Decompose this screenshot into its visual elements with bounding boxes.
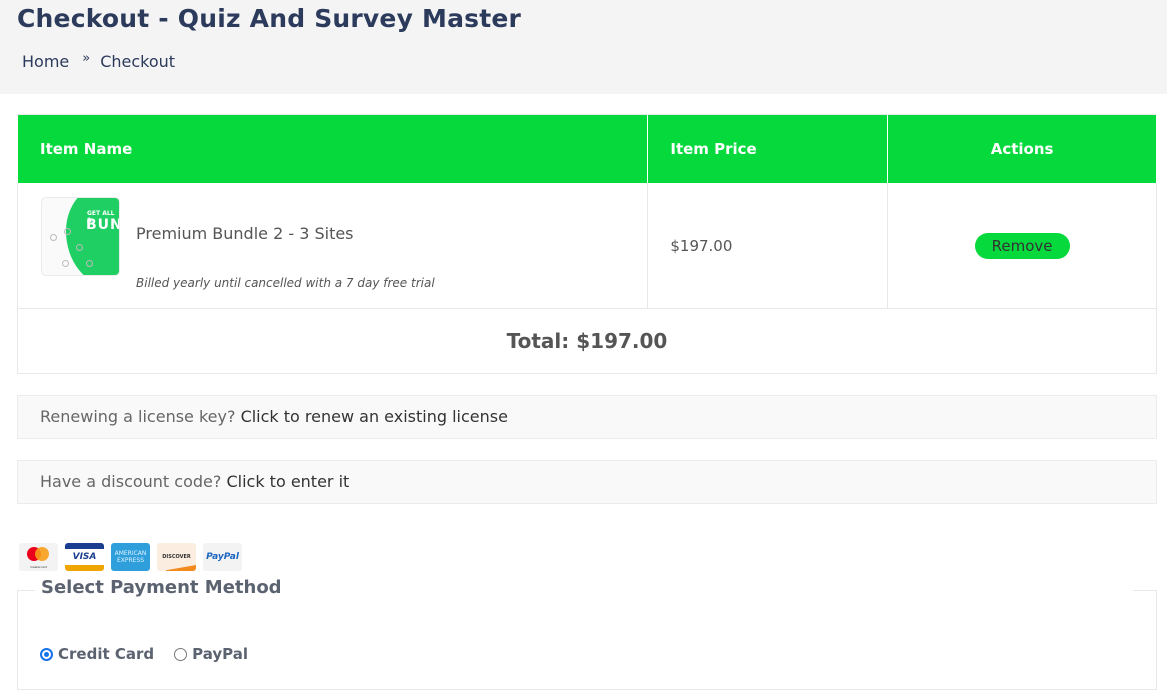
thumbnail-feature-icon bbox=[64, 228, 71, 235]
page-header: Checkout - Quiz And Survey Master Home »… bbox=[0, 0, 1167, 94]
discover-icon: DISCOVER bbox=[157, 543, 196, 571]
thumbnail-text-large: BUN bbox=[86, 217, 120, 233]
cart-total: Total: $197.00 bbox=[17, 308, 1157, 374]
thumbnail-wave-shape bbox=[66, 198, 119, 275]
column-header-item-price: Item Price bbox=[647, 114, 889, 184]
breadcrumb-home-link[interactable]: Home bbox=[22, 52, 69, 71]
mastercard-icon: mastercard bbox=[19, 543, 58, 571]
cart-table: Item Name Item Price Actions GET ALL A B… bbox=[16, 114, 1157, 374]
item-name-cell: GET ALL A BUN Premium Bundle 2 - 3 Sites… bbox=[16, 183, 649, 309]
item-actions-cell: Remove bbox=[887, 183, 1157, 309]
breadcrumb-separator: » bbox=[82, 51, 91, 66]
payment-method-options: Credit Card PayPal bbox=[40, 645, 268, 663]
renew-license-prompt: Renewing a license key? bbox=[40, 407, 241, 426]
visa-icon: VISA bbox=[65, 543, 104, 571]
paypal-label[interactable]: PayPal bbox=[192, 645, 248, 663]
breadcrumb: Home » Checkout bbox=[22, 51, 176, 71]
payment-method-legend: Select Payment Method bbox=[41, 577, 286, 598]
page-title: Checkout - Quiz And Survey Master bbox=[17, 4, 522, 33]
cart-header-row: Item Name Item Price Actions bbox=[16, 114, 1157, 184]
payment-method-fieldset: Select Payment Method Credit Card PayPal bbox=[17, 577, 1157, 690]
credit-card-label[interactable]: Credit Card bbox=[58, 645, 154, 663]
discount-code-link[interactable]: Click to enter it bbox=[226, 472, 349, 491]
discount-code-notice: Have a discount code? Click to enter it bbox=[17, 460, 1157, 504]
renew-license-notice: Renewing a license key? Click to renew a… bbox=[17, 395, 1157, 439]
item-price: $197.00 bbox=[647, 183, 889, 309]
billing-note: Billed yearly until cancelled with a 7 d… bbox=[136, 276, 435, 290]
total-row: Total: $197.00 bbox=[17, 308, 1157, 374]
discount-code-prompt: Have a discount code? bbox=[40, 472, 227, 491]
remove-button[interactable]: Remove bbox=[974, 233, 1070, 259]
column-header-actions: Actions bbox=[887, 114, 1157, 184]
accepted-cards: mastercard VISA AMERICAN EXPRESS DISCOVE… bbox=[19, 543, 242, 571]
thumbnail-feature-icon bbox=[50, 234, 57, 241]
thumbnail-feature-icon bbox=[76, 244, 83, 251]
breadcrumb-current: Checkout bbox=[100, 52, 176, 71]
item-name: Premium Bundle 2 - 3 Sites bbox=[136, 224, 354, 243]
cart-item-row: GET ALL A BUN Premium Bundle 2 - 3 Sites… bbox=[16, 183, 1157, 309]
amex-icon: AMERICAN EXPRESS bbox=[111, 543, 150, 571]
paypal-radio[interactable] bbox=[174, 647, 188, 661]
product-thumbnail: GET ALL A BUN bbox=[41, 197, 120, 276]
thumbnail-feature-icon bbox=[86, 260, 93, 267]
paypal-icon: PayPal bbox=[203, 543, 242, 571]
credit-card-radio[interactable] bbox=[40, 647, 53, 661]
column-header-item-name: Item Name bbox=[16, 114, 649, 184]
renew-license-link[interactable]: Click to renew an existing license bbox=[241, 407, 508, 426]
thumbnail-feature-icon bbox=[62, 260, 69, 267]
